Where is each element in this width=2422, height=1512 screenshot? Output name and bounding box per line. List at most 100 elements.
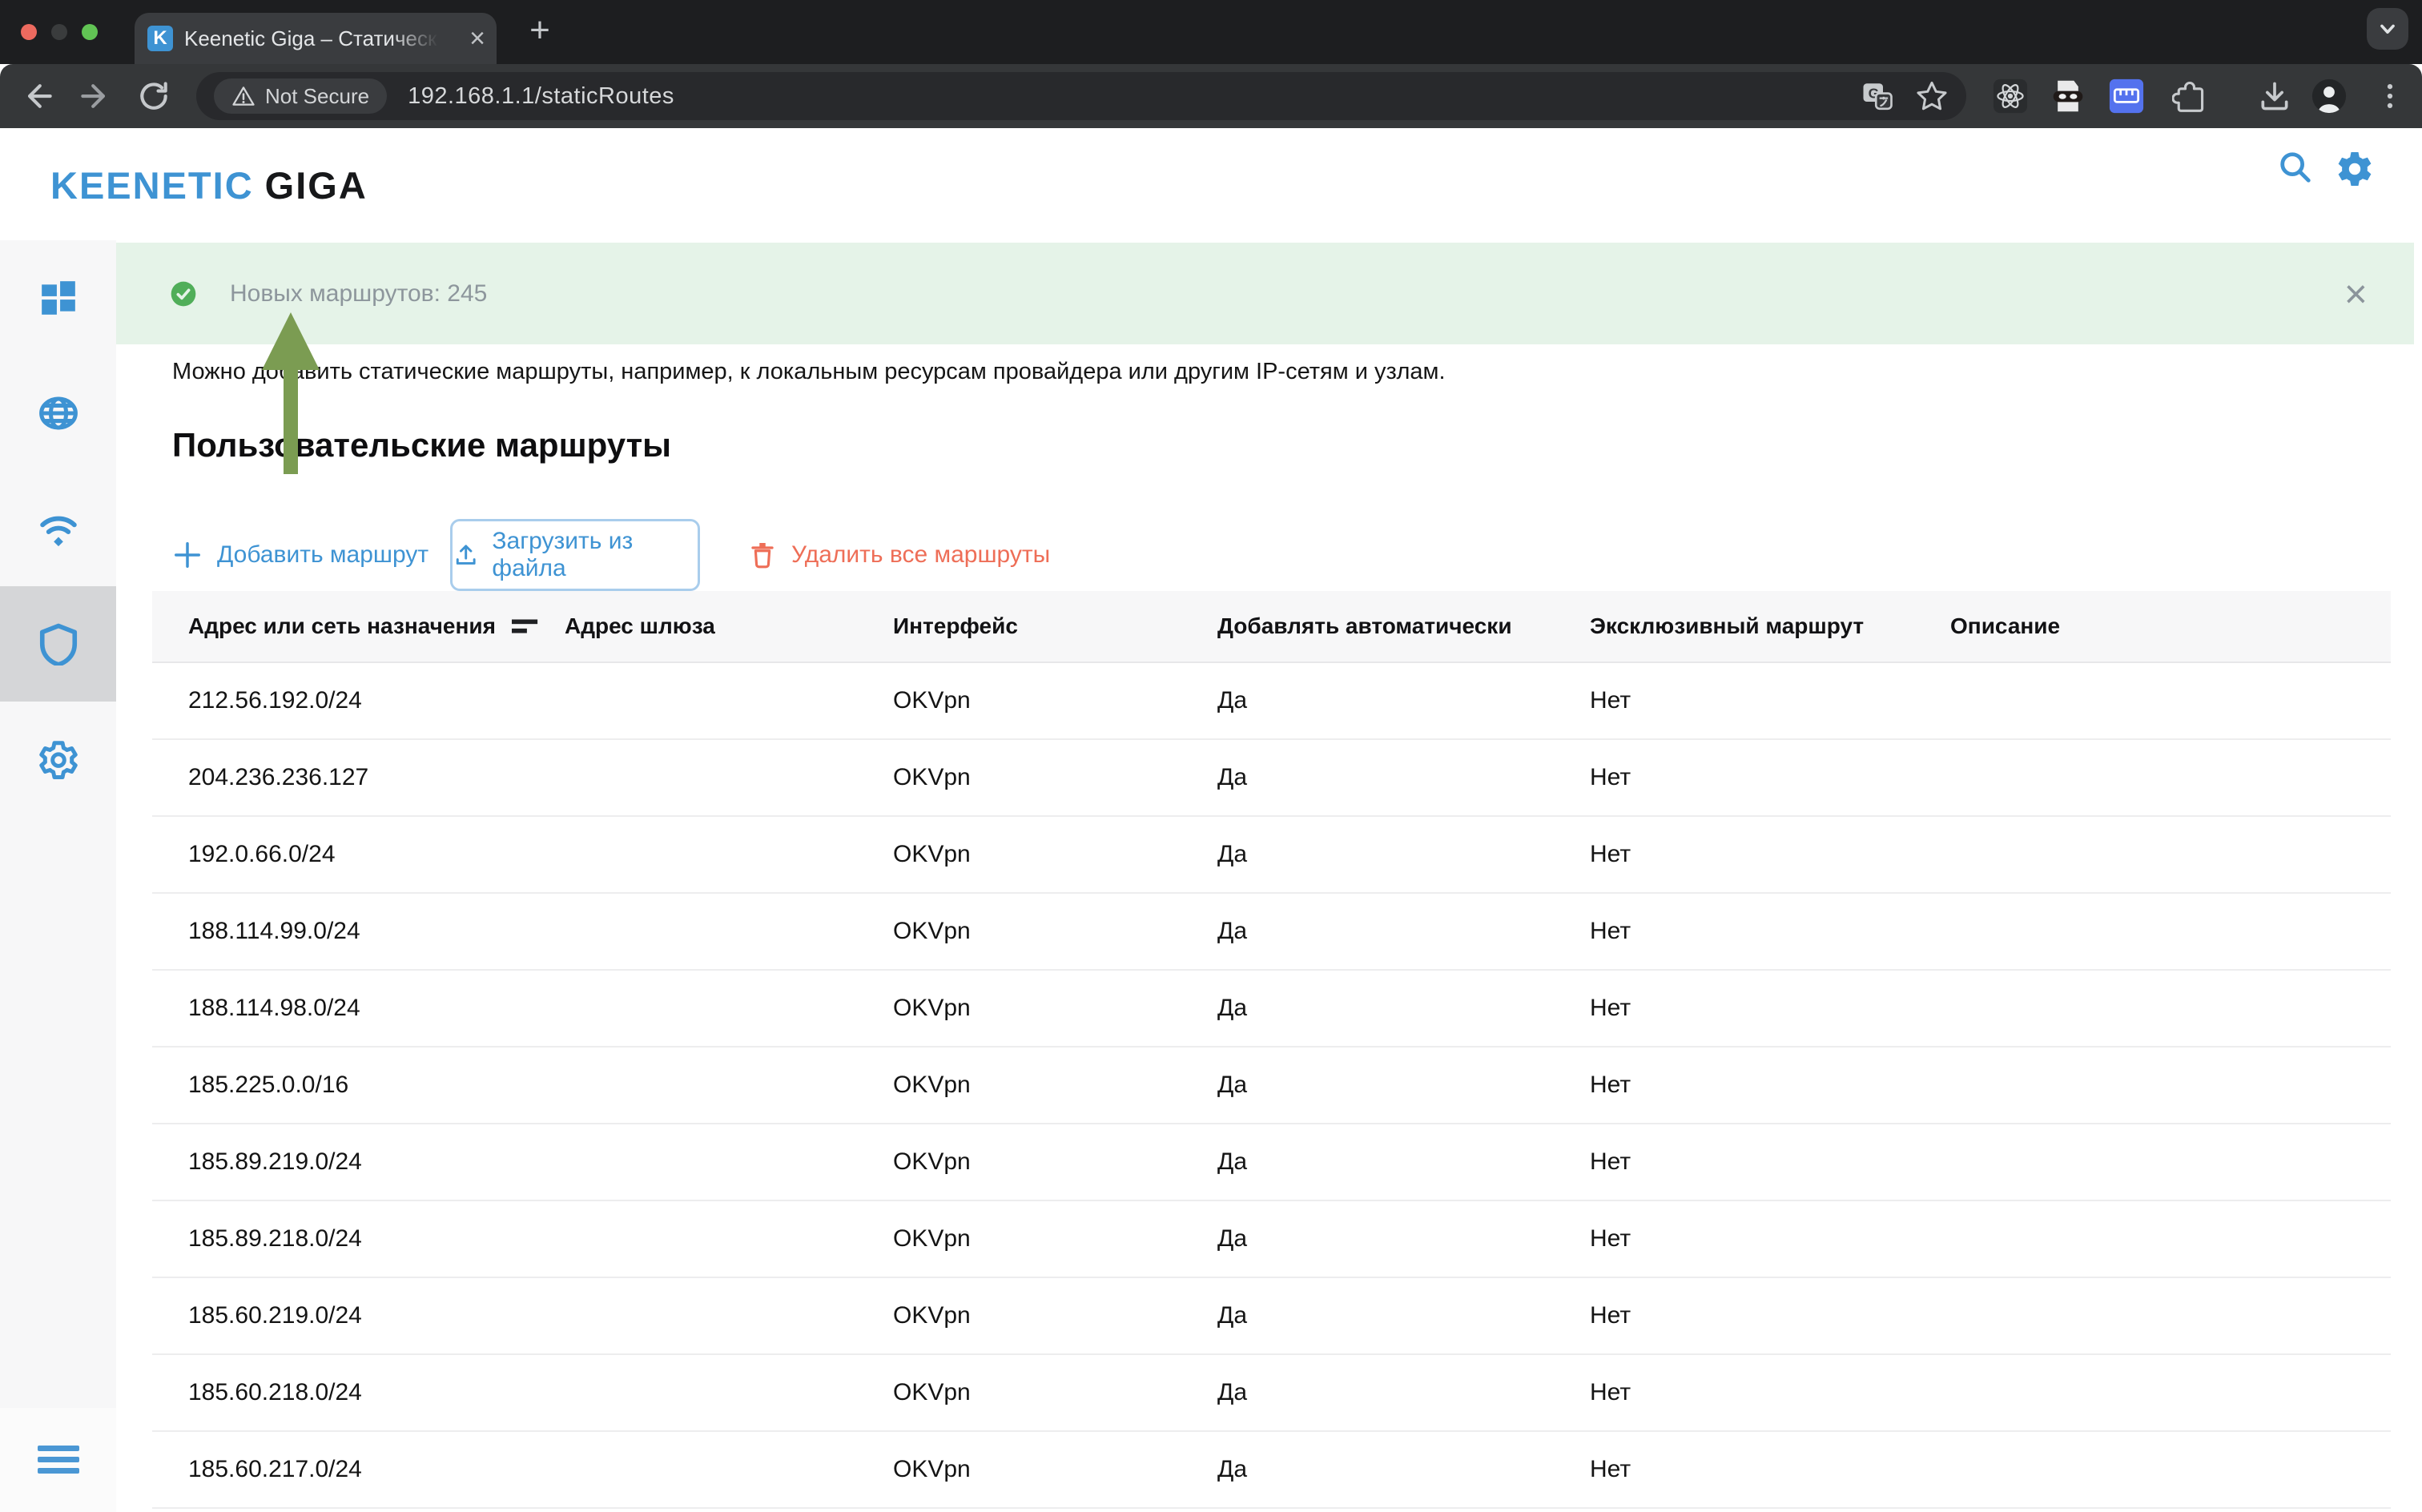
forward-icon[interactable] (77, 78, 112, 114)
check-circle-icon (171, 281, 196, 307)
keenetic-giga-logo: KEENETICGIGA (50, 163, 368, 207)
brand-secondary: GIGA (265, 164, 368, 207)
cell-auto: Да (1217, 1148, 1590, 1176)
app-header: KEENETICGIGA (0, 128, 2422, 240)
profile-avatar-icon[interactable] (2311, 78, 2347, 114)
new-tab-button[interactable]: + (519, 11, 561, 53)
col-destination[interactable]: Адрес или сеть назначения (152, 613, 565, 639)
window-minimize-button[interactable] (51, 24, 67, 40)
browser-tab-strip: K Keenetic Giga – Статические × + (0, 0, 2422, 64)
sidebar-item-dashboard[interactable] (0, 240, 116, 356)
cell-interface: OKVpn (893, 841, 1217, 868)
cell-interface: OKVpn (893, 1148, 1217, 1176)
cell-destination: 185.60.217.0/24 (152, 1456, 565, 1483)
add-route-button[interactable]: Добавить маршрут (172, 519, 428, 591)
cell-exclusive: Нет (1590, 1225, 1950, 1253)
cell-interface: OKVpn (893, 1456, 1217, 1483)
bookmark-star-icon[interactable] (1915, 79, 1949, 113)
table-row[interactable]: 185.225.0.0/16 OKVpn Да Нет (152, 1048, 2391, 1124)
dashboard-grid-icon (38, 278, 78, 318)
cell-auto: Да (1217, 1379, 1590, 1406)
cell-exclusive: Нет (1590, 841, 1950, 868)
cell-destination: 185.60.218.0/24 (152, 1379, 565, 1406)
cell-exclusive: Нет (1590, 918, 1950, 945)
not-secure-chip[interactable]: Not Secure (214, 78, 387, 114)
browser-toolbar: Not Secure 192.168.1.1/staticRoutes G (0, 64, 2422, 128)
search-icon[interactable] (2277, 149, 2314, 186)
col-auto[interactable]: Добавлять автоматически (1217, 613, 1590, 639)
tab-close-icon[interactable]: × (469, 25, 485, 52)
cell-interface: OKVpn (893, 1225, 1217, 1253)
react-devtools-extension-icon[interactable] (1993, 78, 2028, 114)
table-row[interactable]: 188.114.99.0/24 OKVpn Да Нет (152, 894, 2391, 971)
cell-interface: OKVpn (893, 918, 1217, 945)
sidebar-item-security[interactable] (0, 586, 116, 702)
table-body: 212.56.192.0/24 OKVpn Да Нет 204.236.236… (152, 663, 2391, 1509)
gear-outline-icon (37, 738, 80, 781)
tab-search-button[interactable] (2367, 8, 2408, 50)
page-title: Пользовательские маршруты (172, 426, 671, 464)
mask-extension-icon[interactable] (2050, 78, 2086, 114)
wifi-icon (36, 506, 81, 551)
banner-close-icon[interactable]: × (2344, 274, 2368, 314)
window-zoom-button[interactable] (82, 24, 98, 40)
sidebar-collapse-area (0, 1408, 116, 1512)
security-label: Not Secure (265, 84, 369, 109)
url-text: 192.168.1.1/staticRoutes (408, 83, 674, 110)
cell-auto: Да (1217, 918, 1590, 945)
table-row[interactable]: 192.0.66.0/24 OKVpn Да Нет (152, 817, 2391, 894)
settings-gear-icon[interactable] (2336, 149, 2374, 187)
table-row[interactable]: 188.114.98.0/24 OKVpn Да Нет (152, 971, 2391, 1048)
table-header-row: Адрес или сеть назначения Адрес шлюза Ин… (152, 591, 2391, 663)
cell-exclusive: Нет (1590, 1456, 1950, 1483)
browser-tab[interactable]: K Keenetic Giga – Статические × (135, 13, 497, 64)
sidebar-item-settings[interactable] (0, 702, 116, 817)
upload-from-file-button[interactable]: Загрузить из файла (450, 519, 700, 591)
routes-table: Адрес или сеть назначения Адрес шлюза Ин… (152, 591, 2391, 1509)
cell-interface: OKVpn (893, 1302, 1217, 1329)
cell-interface: OKVpn (893, 687, 1217, 714)
delete-all-routes-button[interactable]: Удалить все маршруты (748, 519, 1050, 591)
upload-icon (453, 541, 479, 569)
cell-exclusive: Нет (1590, 1148, 1950, 1176)
cell-destination: 188.114.98.0/24 (152, 995, 565, 1022)
cell-exclusive: Нет (1590, 1302, 1950, 1329)
table-row[interactable]: 185.89.219.0/24 OKVpn Да Нет (152, 1124, 2391, 1201)
plus-icon (172, 540, 203, 570)
cell-exclusive: Нет (1590, 687, 1950, 714)
back-icon[interactable] (21, 78, 56, 114)
cell-auto: Да (1217, 687, 1590, 714)
globe-icon (37, 392, 80, 435)
hamburger-menu-icon[interactable] (38, 1444, 79, 1476)
sort-icon[interactable] (512, 618, 539, 634)
warning-triangle-icon (231, 84, 255, 108)
reload-icon[interactable] (136, 78, 171, 114)
success-banner: Новых маршрутов: 245 × (116, 243, 2414, 344)
delete-all-label: Удалить все маршруты (791, 541, 1050, 569)
table-row[interactable]: 185.89.218.0/24 OKVpn Да Нет (152, 1201, 2391, 1278)
sidebar-item-internet[interactable] (0, 356, 116, 471)
add-route-label: Добавить маршрут (217, 541, 428, 569)
col-gateway[interactable]: Адрес шлюза (565, 613, 893, 639)
extensions-puzzle-icon[interactable] (2172, 78, 2207, 114)
table-row[interactable]: 212.56.192.0/24 OKVpn Да Нет (152, 663, 2391, 740)
kebab-menu-icon[interactable] (2372, 78, 2408, 114)
ruler-extension-icon[interactable] (2109, 78, 2144, 114)
col-interface[interactable]: Интерфейс (893, 613, 1217, 639)
downloads-icon[interactable] (2257, 78, 2292, 114)
col-description[interactable]: Описание (1950, 613, 2391, 639)
url-bar[interactable]: Not Secure 192.168.1.1/staticRoutes G (196, 72, 1966, 120)
window-close-button[interactable] (21, 24, 37, 40)
cell-auto: Да (1217, 1225, 1590, 1253)
col-exclusive[interactable]: Эксклюзивный маршрут (1590, 613, 1950, 639)
translate-icon[interactable]: G (1861, 79, 1894, 113)
chevron-down-icon (2374, 15, 2401, 42)
table-row[interactable]: 185.60.218.0/24 OKVpn Да Нет (152, 1355, 2391, 1432)
cell-destination: 185.89.218.0/24 (152, 1225, 565, 1253)
table-row[interactable]: 185.60.219.0/24 OKVpn Да Нет (152, 1278, 2391, 1355)
table-row[interactable]: 185.60.217.0/24 OKVpn Да Нет (152, 1432, 2391, 1509)
cell-interface: OKVpn (893, 764, 1217, 791)
cell-destination: 204.236.236.127 (152, 764, 565, 791)
table-row[interactable]: 204.236.236.127 OKVpn Да Нет (152, 740, 2391, 817)
sidebar-item-wifi[interactable] (0, 471, 116, 586)
